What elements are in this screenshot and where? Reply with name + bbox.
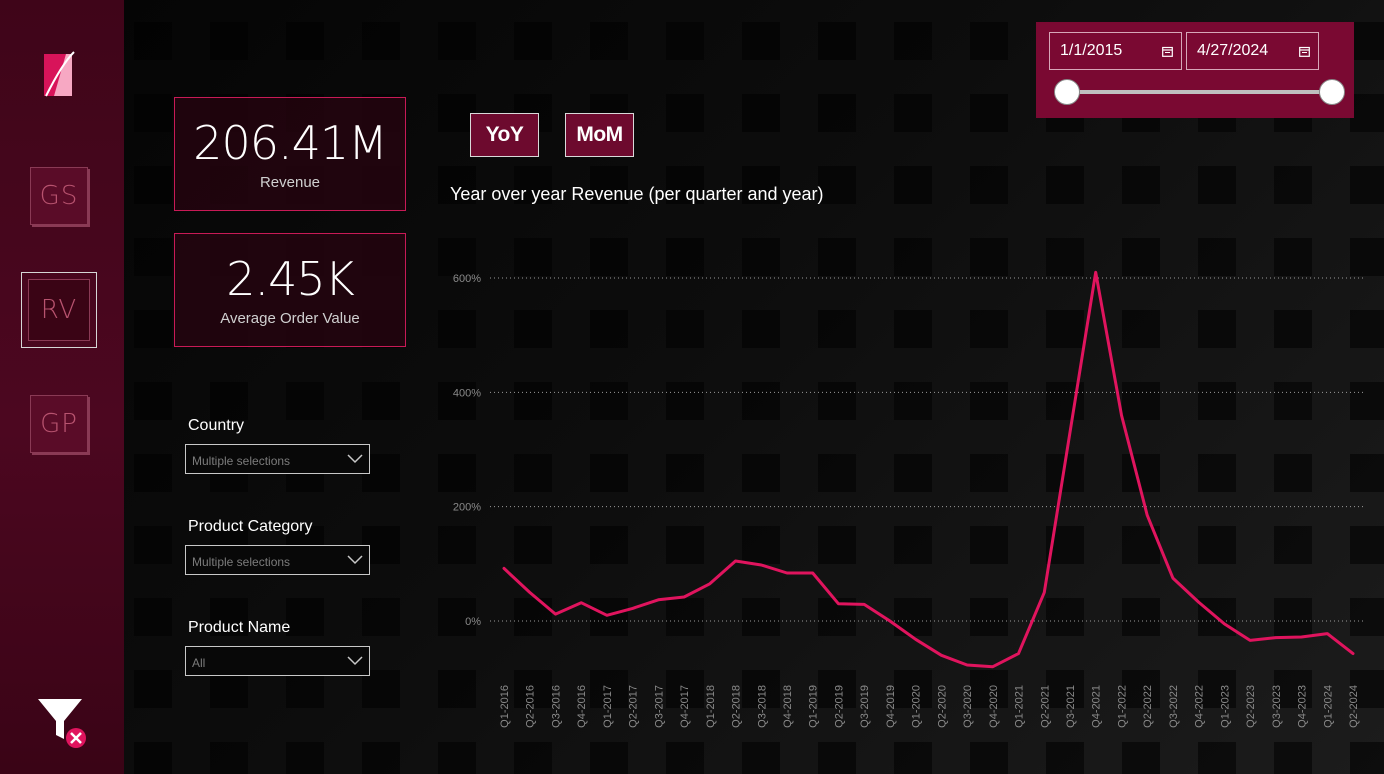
nav-button-label: RV — [40, 295, 78, 325]
chevron-down-icon — [347, 555, 363, 565]
brand-logo-icon[interactable] — [40, 50, 76, 98]
mom-button[interactable]: MoM — [565, 113, 634, 157]
end-date-value: 4/27/2024 — [1197, 42, 1269, 59]
country-dropdown[interactable]: Multiple selections — [185, 444, 370, 474]
calendar-icon[interactable] — [1162, 46, 1173, 57]
kpi-card-revenue: 206.41M Revenue — [174, 97, 406, 211]
date-slider-end-handle[interactable] — [1319, 79, 1345, 105]
nav-button-label: GS — [39, 181, 79, 211]
start-date-input[interactable]: 1/1/2015 — [1049, 32, 1182, 70]
yoy-button[interactable]: YoY — [470, 113, 539, 157]
kpi-label: Average Order Value — [220, 310, 360, 327]
nav-button-gp[interactable]: GP — [30, 395, 88, 453]
kpi-value: 206.41M — [193, 116, 388, 170]
filter-label-country: Country — [188, 417, 245, 434]
filter-clear-icon[interactable] — [36, 697, 88, 751]
start-date-value: 1/1/2015 — [1060, 42, 1123, 59]
chart-title: Year over year Revenue (per quarter and … — [450, 184, 824, 204]
dropdown-value: Multiple selections — [192, 555, 291, 569]
calendar-icon[interactable] — [1299, 46, 1310, 57]
product-name-dropdown[interactable]: All — [185, 646, 370, 676]
chevron-down-icon — [347, 656, 363, 666]
filter-label-product-category: Product Category — [188, 518, 313, 535]
yoy-button-label: YoY — [485, 123, 524, 146]
dropdown-value: All — [192, 656, 206, 670]
nav-button-rv[interactable]: RV — [21, 272, 97, 348]
chevron-down-icon — [347, 454, 363, 464]
date-slider-start-handle[interactable] — [1054, 79, 1080, 105]
sidebar: GS RV GP — [0, 0, 124, 774]
kpi-value: 2.45K — [226, 252, 355, 306]
nav-button-label: GP — [40, 409, 78, 439]
product-category-dropdown[interactable]: Multiple selections — [185, 545, 370, 575]
kpi-card-average-order-value: 2.45K Average Order Value — [174, 233, 406, 347]
dropdown-value: Multiple selections — [192, 454, 291, 468]
date-slider-track[interactable] — [1066, 90, 1332, 94]
date-range-slicer: 1/1/2015 4/27/2024 — [1036, 22, 1354, 118]
kpi-label: Revenue — [259, 174, 321, 191]
nav-button-gs[interactable]: GS — [30, 167, 88, 225]
filter-label-product-name: Product Name — [188, 619, 291, 636]
mom-button-label: MoM — [576, 123, 623, 146]
end-date-input[interactable]: 4/27/2024 — [1186, 32, 1319, 70]
